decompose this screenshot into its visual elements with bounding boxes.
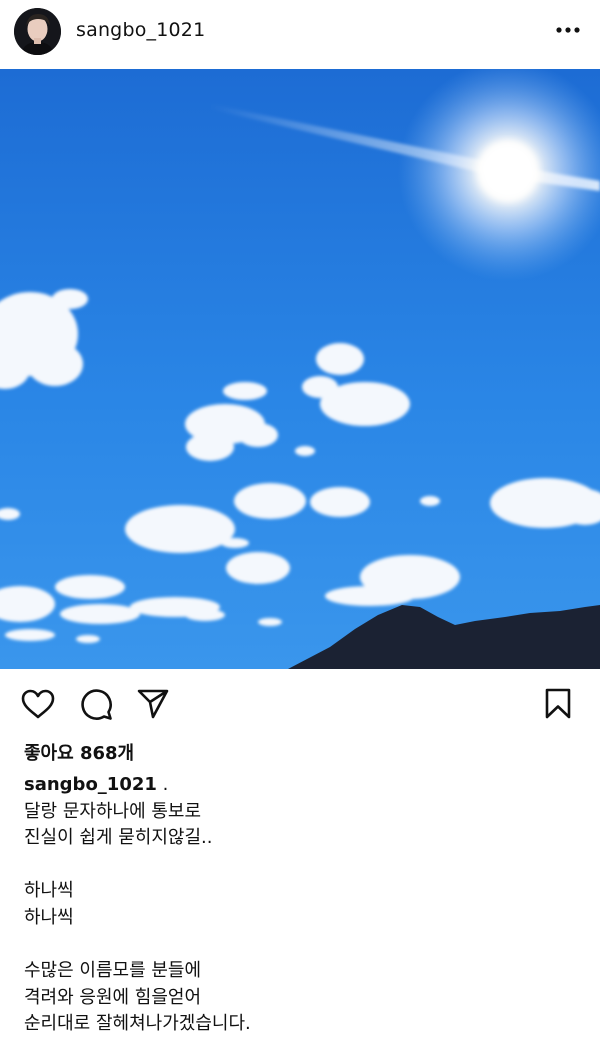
caption-username[interactable]: sangbo_1021 [24, 774, 157, 795]
more-horizontal-icon [556, 27, 580, 33]
caption-line: 순리대로 잘헤쳐나가겠습니다. [24, 1013, 251, 1035]
post-header: sangbo_1021 [0, 0, 600, 68]
avatar[interactable] [14, 8, 61, 55]
avatar-image [14, 8, 61, 55]
caption-line: 격려와 응원에 힘을얻어 [24, 986, 202, 1008]
caption-line: 수많은 이름모를 분들에 [24, 960, 202, 982]
bookmark-icon [545, 688, 571, 719]
caption-line [24, 932, 584, 959]
caption: sangbo_1021 . 달랑 문자하나에 통보로 진실이 쉽게 묻히지않길.… [24, 772, 584, 1038]
caption-line: 진실이 쉽게 묻히지않길.. [24, 827, 213, 849]
like-button[interactable] [20, 685, 56, 723]
username[interactable]: sangbo_1021 [76, 19, 205, 41]
more-options-button[interactable] [550, 18, 586, 42]
share-button[interactable] [135, 685, 171, 723]
comment-icon [81, 689, 112, 720]
caption-line: 달랑 문자하나에 통보로 [24, 800, 202, 822]
heart-icon [21, 689, 55, 719]
save-button[interactable] [540, 685, 576, 723]
caption-header-line: sangbo_1021 . [24, 772, 584, 799]
sky-photo [0, 69, 600, 669]
caption-line [24, 852, 584, 879]
caption-line: 하나씩 [24, 906, 74, 928]
like-count[interactable]: 좋아요 868개 [24, 739, 134, 765]
comment-button[interactable] [78, 685, 114, 723]
caption-line: 하나씩 [24, 880, 74, 902]
send-icon [137, 689, 169, 719]
post-image[interactable] [0, 69, 600, 669]
caption-suffix: . [156, 774, 169, 795]
